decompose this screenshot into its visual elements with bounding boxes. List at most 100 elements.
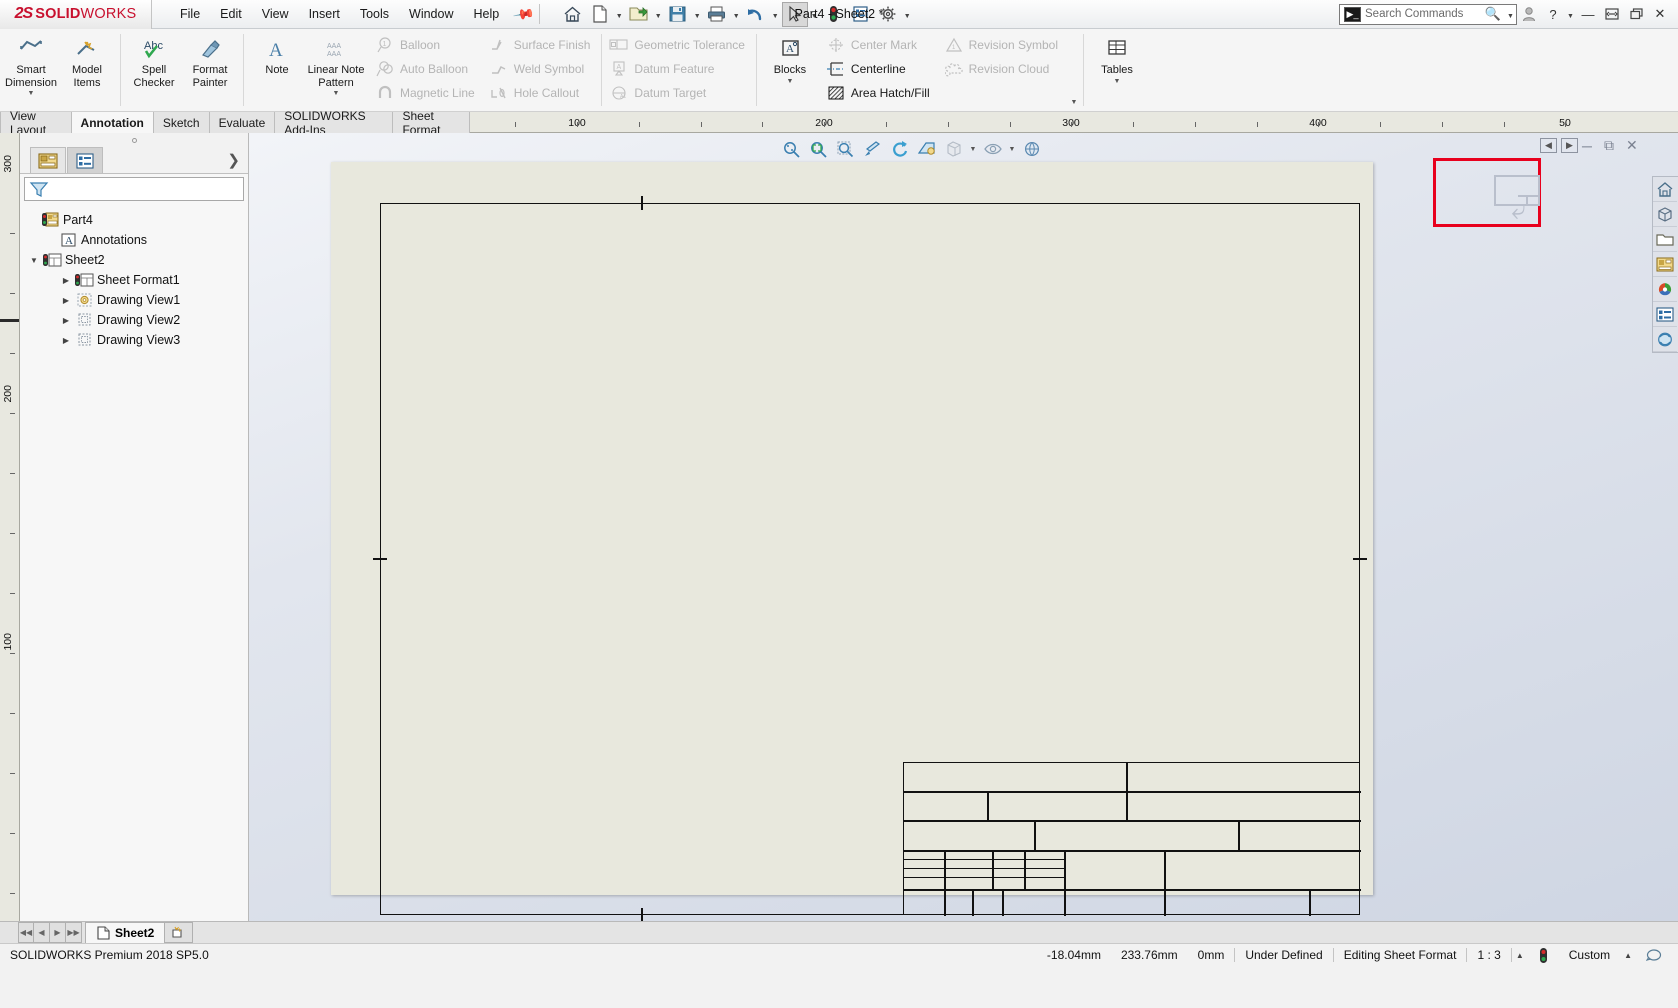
- custom-properties-icon[interactable]: [1653, 302, 1677, 327]
- rebuild-icon[interactable]: [821, 2, 847, 27]
- zoom-to-fit-icon[interactable]: [806, 137, 831, 161]
- search-input[interactable]: Search Commands: [1365, 8, 1485, 20]
- menu-item-insert[interactable]: Insert: [299, 3, 350, 25]
- tree-expander-right-icon[interactable]: ▶: [58, 276, 74, 285]
- options-gear-icon[interactable]: [875, 2, 901, 27]
- chevron-right-icon[interactable]: ❯: [227, 147, 248, 173]
- blocks-dropdown-icon[interactable]: ▼: [786, 78, 793, 85]
- magnifier-icon[interactable]: 🔍: [1485, 6, 1501, 22]
- zoom-to-area-icon[interactable]: [779, 137, 804, 161]
- tree-node-drawing-view3[interactable]: ▶ Drawing View3: [20, 330, 248, 350]
- tables-button[interactable]: Tables ▼: [1089, 31, 1145, 109]
- tree-expander-right-icon[interactable]: ▶: [58, 336, 74, 345]
- select-cursor-icon[interactable]: [782, 2, 808, 27]
- horizontal-ruler[interactable]: 100 200 300 400 50: [470, 112, 1678, 133]
- centermark-group-expand-icon[interactable]: ▼: [1067, 29, 1081, 111]
- drawing-tree-tab[interactable]: [30, 147, 66, 173]
- restore-document-icon[interactable]: ⧉: [1604, 137, 1622, 154]
- options-caret-icon[interactable]: ▼: [902, 2, 913, 27]
- hide-show-caret-icon[interactable]: ▼: [1007, 146, 1017, 153]
- magnetic-line-button[interactable]: Magnetic Line: [372, 81, 482, 105]
- area-hatch-fill-button[interactable]: Area Hatch/Fill: [823, 81, 937, 105]
- spell-checker-button[interactable]: Abc SpellChecker: [126, 31, 182, 109]
- revision-symbol-button[interactable]: 1 Revision Symbol: [941, 33, 1065, 57]
- tree-node-part4[interactable]: Part4: [20, 210, 248, 230]
- center-mark-button[interactable]: Center Mark: [823, 33, 937, 57]
- previous-sheet-icon[interactable]: ◀: [1540, 138, 1557, 153]
- display-style-icon[interactable]: [941, 137, 966, 161]
- centerline-button[interactable]: Centerline: [823, 57, 937, 81]
- drawing-properties-icon[interactable]: [848, 2, 874, 27]
- restore-window-icon[interactable]: [1600, 2, 1624, 26]
- tree-node-drawing-view2[interactable]: ▶ Drawing View2: [20, 310, 248, 330]
- save-icon[interactable]: [665, 2, 691, 27]
- status-sheet-scale[interactable]: 1 : 3: [1466, 948, 1511, 962]
- menu-item-view[interactable]: View: [252, 3, 299, 25]
- display-style-caret-icon[interactable]: ▼: [968, 146, 978, 153]
- tree-node-drawing-view1[interactable]: ▶ Drawing View1: [20, 290, 248, 310]
- next-sheet-icon[interactable]: ▶: [1561, 138, 1578, 153]
- status-units[interactable]: Custom: [1559, 948, 1620, 962]
- minimize-icon[interactable]: —: [1576, 2, 1600, 26]
- rotate-view-icon[interactable]: [887, 137, 912, 161]
- menu-item-file[interactable]: File: [170, 3, 210, 25]
- balloon-button[interactable]: 1 Balloon: [372, 33, 482, 57]
- hide-show-items-icon[interactable]: [980, 137, 1005, 161]
- previous-view-icon[interactable]: [860, 137, 885, 161]
- units-caret-icon[interactable]: ▲: [1620, 951, 1636, 960]
- help-icon[interactable]: ?: [1541, 2, 1565, 26]
- user-account-icon[interactable]: [1517, 2, 1541, 26]
- tree-expander-right-icon[interactable]: ▶: [58, 316, 74, 325]
- design-library-icon[interactable]: [1653, 202, 1677, 227]
- linear-note-pattern-dropdown-icon[interactable]: ▼: [333, 90, 340, 97]
- pushpin-icon[interactable]: 📌: [512, 2, 536, 26]
- status-options-indicator[interactable]: [1636, 948, 1672, 963]
- tab-sheet-format[interactable]: Sheet Format: [393, 112, 470, 133]
- menu-item-help[interactable]: Help: [464, 3, 510, 25]
- undo-icon[interactable]: [743, 2, 769, 27]
- weld-symbol-button[interactable]: Weld Symbol: [486, 57, 598, 81]
- solidworks-resources-icon[interactable]: [1653, 177, 1677, 202]
- auto-balloon-button[interactable]: Auto Balloon: [372, 57, 482, 81]
- geometric-tolerance-button[interactable]: Geometric Tolerance: [606, 33, 752, 57]
- linear-note-pattern-button[interactable]: AAAAAA Linear NotePattern ▼: [305, 31, 367, 109]
- tree-expander-down-icon[interactable]: ▼: [26, 256, 42, 265]
- datum-feature-button[interactable]: A Datum Feature: [606, 57, 752, 81]
- new-document-icon[interactable]: [587, 2, 613, 27]
- zoom-in-out-icon[interactable]: [833, 137, 858, 161]
- maximize-icon[interactable]: [1624, 2, 1648, 26]
- blocks-button[interactable]: A Blocks ▼: [762, 31, 818, 109]
- surface-finish-button[interactable]: Surface Finish: [486, 33, 598, 57]
- menu-item-tools[interactable]: Tools: [350, 3, 399, 25]
- tree-node-sheet2[interactable]: ▼ Sheet2: [20, 250, 248, 270]
- tree-expander-right-icon[interactable]: ▶: [58, 296, 74, 305]
- tab-annotation[interactable]: Annotation: [72, 112, 154, 133]
- drawing-sheet[interactable]: [331, 162, 1373, 895]
- menu-item-edit[interactable]: Edit: [210, 3, 252, 25]
- revision-cloud-button[interactable]: Revision Cloud: [941, 57, 1065, 81]
- smart-dimension-button[interactable]: SmartDimension ▼: [3, 31, 59, 109]
- tables-dropdown-icon[interactable]: ▼: [1114, 78, 1121, 85]
- print-icon[interactable]: [704, 2, 730, 27]
- graphics-area[interactable]: ▼ ▼ ◀ ▶ ─ ⧉ ✕: [249, 133, 1678, 921]
- menu-item-window[interactable]: Window: [399, 3, 463, 25]
- smart-dimension-dropdown-icon[interactable]: ▼: [28, 90, 35, 97]
- new-document-caret-icon[interactable]: ▼: [614, 2, 625, 27]
- save-caret-icon[interactable]: ▼: [692, 2, 703, 27]
- sheet-tab-sheet2[interactable]: Sheet2: [85, 922, 165, 943]
- search-caret-icon[interactable]: ▼: [1505, 2, 1516, 27]
- format-painter-button[interactable]: FormatPainter: [182, 31, 238, 109]
- view-palette-icon[interactable]: [1653, 252, 1677, 277]
- print-caret-icon[interactable]: ▼: [731, 2, 742, 27]
- apply-scene-icon[interactable]: [1019, 137, 1044, 161]
- next-sheet-button[interactable]: ▶: [50, 922, 66, 943]
- help-dropdown-icon[interactable]: ▼: [1565, 2, 1576, 27]
- last-sheet-button[interactable]: ▶▶: [66, 922, 82, 943]
- tab-solidworks-add-ins[interactable]: SOLIDWORKS Add-Ins: [275, 112, 393, 133]
- vertical-ruler[interactable]: 300 200 100: [0, 133, 20, 921]
- open-document-icon[interactable]: [626, 2, 652, 27]
- hole-callout-button[interactable]: Hole Callout: [486, 81, 598, 105]
- undo-caret-icon[interactable]: ▼: [770, 2, 781, 27]
- solidworks-forum-icon[interactable]: [1653, 327, 1677, 352]
- minimize-document-icon[interactable]: ─: [1582, 138, 1600, 154]
